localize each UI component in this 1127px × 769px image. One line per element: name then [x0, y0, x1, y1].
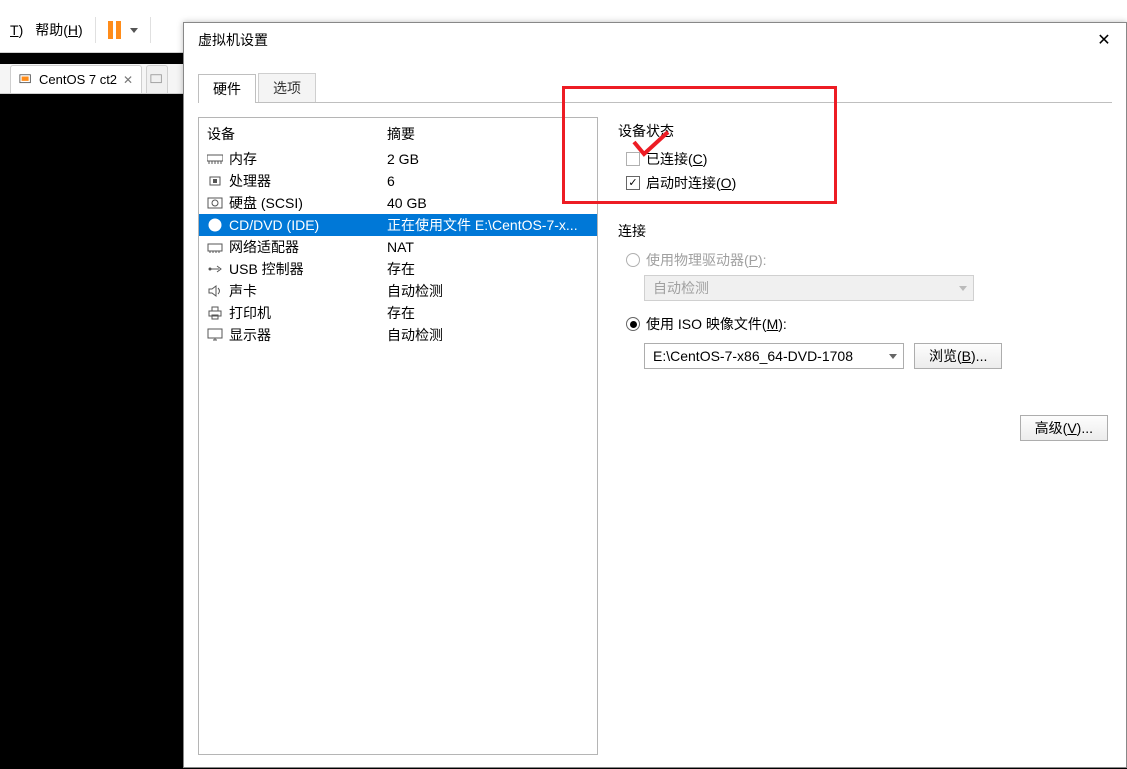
checkbox-poweron-label: 启动时连接(O) [646, 173, 736, 193]
close-button[interactable]: ✕ [1082, 23, 1126, 57]
group-label-state: 设备状态 [618, 121, 1112, 141]
radio-physical-row[interactable]: 使用物理驱动器(P): [618, 247, 1112, 273]
vm-icon [150, 73, 164, 87]
device-name: 内存 [229, 149, 257, 169]
chevron-down-icon [959, 286, 967, 291]
toolbar-separator [95, 17, 96, 43]
device-row[interactable]: 硬盘 (SCSI) 40 GB [199, 192, 597, 214]
device-state-group: 设备状态 已连接(C) 启动时连接(O) [618, 117, 1112, 205]
vm-tab-inactive[interactable] [146, 65, 168, 93]
device-name: CD/DVD (IDE) [229, 217, 319, 233]
checkbox-poweron[interactable] [626, 176, 640, 190]
toolbar-separator [150, 17, 151, 43]
device-row[interactable]: 处理器 6 [199, 170, 597, 192]
radio-iso[interactable] [626, 317, 640, 331]
mem-icon [207, 152, 223, 166]
device-list[interactable]: 设备 摘要 内存 2 GB 处理器 6 硬盘 (SCSI) 40 GB CD/DVD (ID… [198, 117, 598, 755]
device-list-header: 设备 摘要 [199, 118, 597, 148]
device-detail-pane: 设备状态 已连接(C) 启动时连接(O) 连接 使用物理驱动器(P): [618, 117, 1112, 755]
iso-path-combo[interactable]: E:\CentOS-7-x86_64-DVD-1708 [644, 343, 904, 369]
device-row[interactable]: 网络适配器 NAT [199, 236, 597, 258]
vm-tab-centos[interactable]: CentOS 7 ct2 ✕ [10, 65, 142, 93]
checkbox-connected-label: 已连接(C) [646, 149, 707, 169]
device-name: 处理器 [229, 171, 271, 191]
device-name: 打印机 [229, 303, 271, 323]
device-summary: 存在 [387, 259, 589, 279]
browse-button[interactable]: 浏览(B)... [914, 343, 1002, 369]
iso-path-value: E:\CentOS-7-x86_64-DVD-1708 [653, 348, 853, 364]
device-name: USB 控制器 [229, 259, 304, 279]
cd-icon [207, 218, 223, 232]
physical-drive-combo: 自动检测 [644, 275, 974, 301]
col-device: 设备 [207, 124, 387, 144]
device-name: 网络适配器 [229, 237, 299, 257]
radio-iso-label: 使用 ISO 映像文件(M): [646, 314, 787, 334]
physical-drive-value: 自动检测 [653, 278, 709, 298]
advanced-button[interactable]: 高级(V)... [1020, 415, 1108, 441]
col-summary: 摘要 [387, 124, 415, 144]
dialog-titlebar: 虚拟机设置 ✕ [184, 23, 1126, 57]
radio-physical[interactable] [626, 253, 640, 267]
device-summary: 存在 [387, 303, 589, 323]
menu-item-help[interactable]: 帮助(H) [29, 16, 88, 44]
checkbox-connected [626, 152, 640, 166]
vm-settings-dialog: 虚拟机设置 ✕ 硬件 选项 设备 摘要 内存 2 GB 处理器 6 硬盘 (SCSI) 4… [183, 22, 1127, 768]
dialog-tabbar: 硬件 选项 [198, 73, 1112, 103]
disp-icon [207, 328, 223, 342]
device-summary: 正在使用文件 E:\CentOS-7-x... [387, 215, 589, 235]
chevron-down-icon[interactable] [889, 354, 897, 359]
dialog-title: 虚拟机设置 [198, 30, 268, 50]
radio-iso-row[interactable]: 使用 ISO 映像文件(M): [618, 311, 1112, 337]
device-summary: 6 [387, 173, 589, 189]
device-row[interactable]: 内存 2 GB [199, 148, 597, 170]
snd-icon [207, 284, 223, 298]
device-summary: 40 GB [387, 195, 589, 211]
tab-hardware[interactable]: 硬件 [198, 74, 256, 103]
tab-options[interactable]: 选项 [258, 73, 316, 102]
device-summary: 自动检测 [387, 281, 589, 301]
device-summary: 2 GB [387, 151, 589, 167]
device-row[interactable]: 打印机 存在 [199, 302, 597, 324]
hdd-icon [207, 196, 223, 210]
usb-icon [207, 262, 223, 276]
close-icon[interactable]: ✕ [123, 73, 133, 87]
group-label-connection: 连接 [618, 221, 1112, 241]
pause-button[interactable] [102, 21, 144, 39]
net-icon [207, 240, 223, 254]
checkbox-poweron-row[interactable]: 启动时连接(O) [618, 171, 1112, 195]
prn-icon [207, 306, 223, 320]
menu-item-t[interactable]: T) [4, 18, 29, 42]
device-summary: 自动检测 [387, 325, 589, 345]
device-row[interactable]: 显示器 自动检测 [199, 324, 597, 346]
pause-icon [108, 21, 124, 39]
device-summary: NAT [387, 239, 589, 255]
device-row[interactable]: USB 控制器 存在 [199, 258, 597, 280]
cpu-icon [207, 174, 223, 188]
device-name: 显示器 [229, 325, 271, 345]
radio-physical-label: 使用物理驱动器(P): [646, 250, 767, 270]
device-row[interactable]: 声卡 自动检测 [199, 280, 597, 302]
checkbox-connected-row[interactable]: 已连接(C) [618, 147, 1112, 171]
device-name: 硬盘 (SCSI) [229, 193, 303, 213]
chevron-down-icon[interactable] [130, 28, 138, 33]
vm-icon [19, 73, 33, 87]
vm-tab-label: CentOS 7 ct2 [39, 72, 117, 87]
connection-group: 连接 使用物理驱动器(P): 自动检测 使用 ISO 映像文件(M): [618, 221, 1112, 441]
device-row[interactable]: CD/DVD (IDE) 正在使用文件 E:\CentOS-7-x... [199, 214, 597, 236]
device-name: 声卡 [229, 281, 257, 301]
